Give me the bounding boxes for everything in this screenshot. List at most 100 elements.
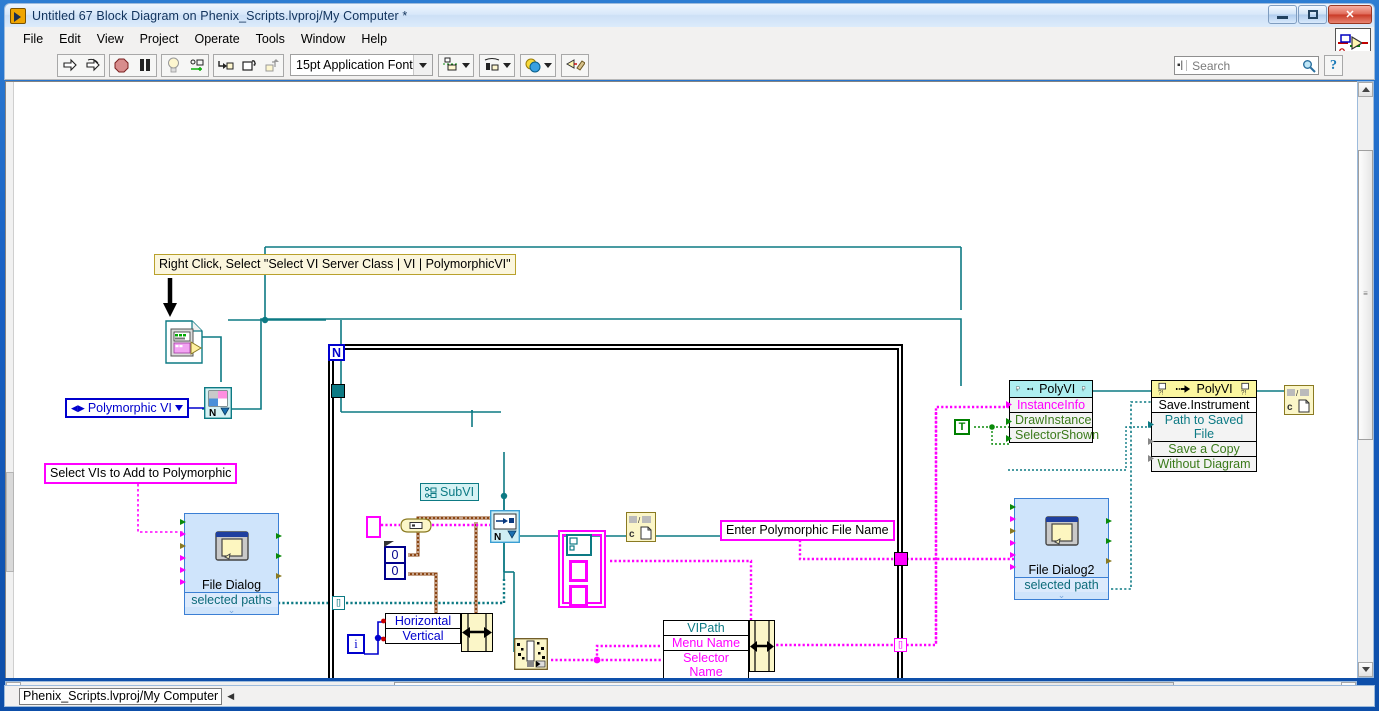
- status-collapse-arrow[interactable]: ◀: [227, 691, 234, 702]
- menu-view[interactable]: View: [89, 29, 132, 49]
- project-context-label[interactable]: Phenix_Scripts.lvproj/My Computer: [19, 687, 223, 705]
- search-input[interactable]: ▪| Search: [1174, 56, 1319, 75]
- file-dialog-input-terminals: [180, 519, 186, 585]
- case-item-constant-a[interactable]: [569, 560, 588, 582]
- file-dialog2-expand-chevron[interactable]: ⌄: [1015, 591, 1108, 600]
- step-over-button[interactable]: [237, 54, 260, 76]
- numeric-constant-0-a[interactable]: 0: [384, 546, 406, 564]
- run-button[interactable]: [58, 54, 81, 76]
- string-function-node[interactable]: [400, 518, 432, 538]
- cluster-row-vipath[interactable]: VIPath: [664, 621, 748, 636]
- menu-edit[interactable]: Edit: [51, 29, 89, 49]
- path-constant-inside-loop[interactable]: / c: [626, 512, 656, 542]
- search-scope-icon[interactable]: ▪|: [1177, 60, 1188, 71]
- subvi-name-tag[interactable]: SubVI: [420, 483, 480, 501]
- vipath-bundle-function[interactable]: [749, 620, 775, 672]
- minimize-button[interactable]: [1268, 5, 1297, 24]
- step-into-button[interactable]: [214, 54, 237, 76]
- property-node-header: ?! PolyVI ?!: [1010, 381, 1092, 398]
- svg-text:N: N: [209, 408, 216, 419]
- vi-server-class-refnum[interactable]: N: [203, 386, 233, 424]
- loop-tunnel-array-in[interactable]: []: [332, 596, 345, 610]
- open-vi-reference-node[interactable]: [165, 320, 203, 369]
- bundle-cluster-function[interactable]: [461, 613, 493, 652]
- vertical-scrollbar[interactable]: ≡: [1357, 81, 1374, 678]
- polymorphic-vi-class-enum[interactable]: ◀▶ Polymorphic VI: [65, 398, 189, 418]
- align-dropdown-arrow[interactable]: [462, 62, 470, 68]
- run-continuously-button[interactable]: [81, 54, 104, 76]
- loop-tunnel-string-a[interactable]: [894, 552, 908, 566]
- cluster-row-menu-name[interactable]: Menu Name: [664, 636, 748, 651]
- case-selector-constant[interactable]: [566, 534, 592, 556]
- scroll-down-button[interactable]: [1358, 662, 1373, 677]
- highlight-execution-button[interactable]: [162, 54, 185, 76]
- menu-file[interactable]: File: [15, 29, 51, 49]
- property-row-selectorshown[interactable]: SelectorShown: [1010, 428, 1099, 442]
- font-dropdown-arrow[interactable]: [413, 55, 432, 75]
- menu-window[interactable]: Window: [293, 29, 353, 49]
- svg-text:c: c: [629, 529, 635, 540]
- magnifier-icon[interactable]: [1302, 59, 1316, 73]
- close-button[interactable]: ✕: [1328, 5, 1372, 24]
- vertical-scroll-thumb[interactable]: ≡: [1358, 150, 1373, 440]
- file-dialog2-subvi[interactable]: File Dialog2 selected path ⌄: [1014, 498, 1109, 600]
- abort-button[interactable]: [110, 54, 133, 76]
- boolean-true-constant[interactable]: T: [954, 419, 970, 435]
- reorder-dropdown-arrow[interactable]: [544, 62, 552, 68]
- path-constant-right[interactable]: / c: [1284, 385, 1314, 415]
- svg-text:?!: ?!: [1016, 388, 1019, 392]
- chevron-down-icon[interactable]: [174, 405, 183, 411]
- position-cluster-bundle[interactable]: Horizontal Vertical: [385, 613, 461, 644]
- case-item-constant-b[interactable]: [569, 585, 588, 607]
- file-dialog-expand-chevron[interactable]: ⌄: [185, 606, 278, 615]
- menu-tools[interactable]: Tools: [248, 29, 293, 49]
- cleanup-diagram-button[interactable]: [561, 53, 589, 77]
- help-button[interactable]: ?: [1324, 55, 1343, 76]
- invoke-row-without-diagram[interactable]: Without Diagram: [1152, 457, 1256, 471]
- build-array-subvi[interactable]: N: [489, 509, 521, 548]
- distribute-objects-button[interactable]: [479, 53, 515, 77]
- retain-wire-values-button[interactable]: [185, 54, 208, 76]
- file-dialog-icon: [214, 531, 249, 561]
- step-out-button[interactable]: [260, 54, 283, 76]
- invoke-method-name[interactable]: Save.Instrument: [1152, 398, 1256, 413]
- comment-right-click-instructions[interactable]: Right Click, Select "Select VI Server Cl…: [154, 254, 516, 275]
- toolbar: 15pt Application Font: [4, 51, 1375, 80]
- invoke-row-save-a-copy[interactable]: Save a Copy: [1152, 442, 1256, 457]
- vipath-cluster-bundle[interactable]: VIPath Menu Name Selector Name: [663, 620, 749, 678]
- numeric-constant-0-b[interactable]: 0: [384, 564, 406, 580]
- refnum-out-icon: ?!: [1082, 386, 1086, 392]
- cluster-row-horizontal[interactable]: Horizontal: [386, 614, 460, 629]
- invoke-row-path-to-saved-file[interactable]: Path to Saved File: [1152, 413, 1256, 442]
- block-diagram-canvas[interactable]: Right Click, Select "Select VI Server Cl…: [5, 81, 1357, 678]
- cluster-row-vertical[interactable]: Vertical: [386, 629, 460, 643]
- maximize-button[interactable]: [1298, 5, 1327, 24]
- property-row-instanceinfo[interactable]: InstanceInfo: [1010, 398, 1092, 413]
- for-loop-count-terminal[interactable]: N: [328, 344, 345, 361]
- empty-string-constant[interactable]: [366, 516, 381, 538]
- scroll-up-button[interactable]: [1358, 82, 1373, 97]
- cluster-row-selector-name[interactable]: Selector Name: [664, 651, 748, 678]
- numeric-constant-pair[interactable]: 0 0: [384, 541, 406, 580]
- font-selector[interactable]: 15pt Application Font: [290, 54, 433, 76]
- shuffle-array-function[interactable]: [514, 638, 548, 675]
- svg-text:?!: ?!: [1158, 390, 1164, 396]
- file-dialog-subvi[interactable]: File Dialog selected paths ⌄: [184, 513, 279, 615]
- for-loop-index-terminal[interactable]: i: [347, 634, 365, 654]
- align-objects-button[interactable]: [438, 53, 474, 77]
- comment-enter-file-name[interactable]: Enter Polymorphic File Name: [720, 520, 895, 541]
- loop-tunnel-string-array-out[interactable]: []: [894, 638, 907, 652]
- menu-operate[interactable]: Operate: [186, 29, 247, 49]
- menu-help[interactable]: Help: [353, 29, 395, 49]
- distribute-dropdown-arrow[interactable]: [503, 62, 511, 68]
- polyvi-invoke-node[interactable]: ?! PolyVI ?! Save.Instrument Path to Sav…: [1151, 380, 1257, 472]
- polyvi-property-node[interactable]: ?! PolyVI ?! InstanceInfo DrawInstance S…: [1009, 380, 1099, 443]
- property-row-drawinstance[interactable]: DrawInstance: [1010, 413, 1092, 428]
- comment-select-vis[interactable]: Select VIs to Add to Polymorphic: [44, 463, 238, 484]
- pause-button[interactable]: [133, 54, 156, 76]
- reorder-button[interactable]: [520, 53, 556, 77]
- menu-project[interactable]: Project: [132, 29, 187, 49]
- canvas-gutter-handle[interactable]: [6, 472, 14, 572]
- loop-tunnel-refnum[interactable]: [331, 384, 345, 398]
- wrench-icon: [1026, 387, 1033, 391]
